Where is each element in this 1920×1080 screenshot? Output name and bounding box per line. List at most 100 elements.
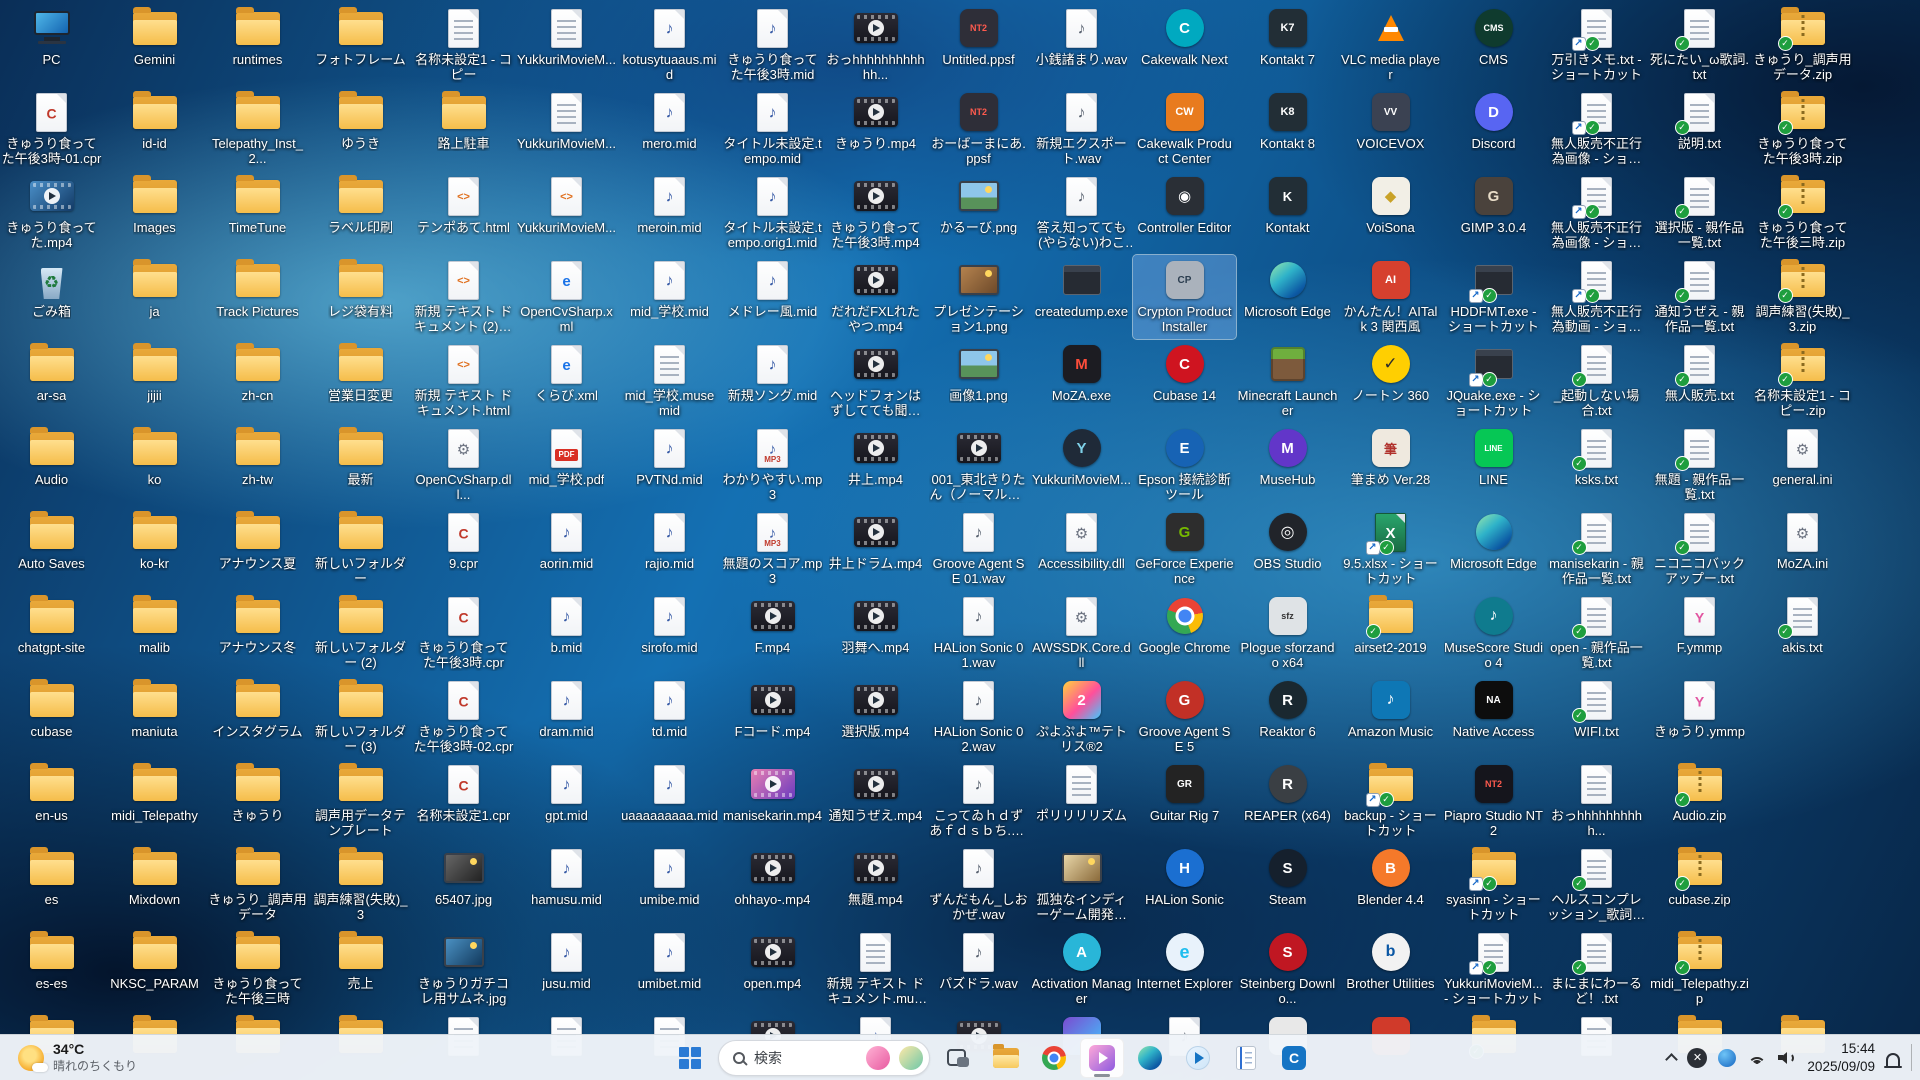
desktop-icon[interactable]: YukkuriMovieM... [515, 3, 618, 87]
volume-icon[interactable] [1778, 1051, 1796, 1065]
desktop-icon[interactable]: eInternet Explorer [1133, 927, 1236, 1011]
taskbar-app-notepad[interactable] [1224, 1038, 1268, 1078]
desktop-icon[interactable]: ◉Controller Editor [1133, 171, 1236, 255]
weather-widget[interactable]: 34°C 晴れのちくもり [8, 1035, 147, 1080]
tray-clock[interactable]: 15:44 2025/09/09 [1807, 1040, 1875, 1075]
desktop-icon[interactable]: アナウンス夏 [206, 507, 309, 591]
desktop-icon[interactable]: ✓きゅうり食ってた午後3時.zip [1751, 87, 1854, 171]
desktop-icon[interactable]: ↗✓syasinn - ショートカット [1442, 843, 1545, 927]
desktop-icon[interactable]: ラベル印刷 [309, 171, 412, 255]
desktop-icon[interactable]: ♪MuseScore Studio 4 [1442, 591, 1545, 675]
desktop-icon[interactable]: Microsoft Edge [1442, 507, 1545, 591]
desktop-icon[interactable]: LINELINE [1442, 423, 1545, 507]
desktop-icon[interactable]: ♪dram.mid [515, 675, 618, 759]
desktop-icon[interactable]: Microsoft Edge [1236, 255, 1339, 339]
desktop-icon[interactable]: ♪新規エクスポート.wav [1030, 87, 1133, 171]
desktop-icon[interactable]: ✓ノートン 360 [1339, 339, 1442, 423]
show-desktop-button[interactable] [1911, 1044, 1916, 1071]
desktop-icon[interactable]: runtimes [206, 3, 309, 87]
desktop-icon[interactable]: VVVOICEVOX [1339, 87, 1442, 171]
desktop-icon[interactable]: Cきゅうり食ってた午後3時-01.cpr [0, 87, 103, 171]
desktop-icon[interactable]: ✓akis.txt [1751, 591, 1854, 675]
desktop-icon[interactable]: F.mp4 [721, 591, 824, 675]
desktop-icon[interactable]: きゅうり食ってた午後3時.mp4 [824, 171, 927, 255]
desktop-icon[interactable]: 新規 テキスト ドキュメント.musicxml [824, 927, 927, 1011]
desktop-icon[interactable]: ヘッドフォンはずしてても聞かふ.mp4 [824, 339, 927, 423]
desktop-icon[interactable]: ↗✓JQuake.exe - ショートカット [1442, 339, 1545, 423]
desktop-icon[interactable]: es [0, 843, 103, 927]
desktop-icon[interactable]: ♪Groove Agent SE 01.wav [927, 507, 1030, 591]
desktop-icon[interactable]: ♪uaaaaaaaaa.mid [618, 759, 721, 843]
desktop-icon[interactable]: GGroove Agent SE 5 [1133, 675, 1236, 759]
desktop-icon[interactable]: NT2Untitled.ppsf [927, 3, 1030, 87]
desktop-icon[interactable]: きゅうり [206, 759, 309, 843]
desktop-icon[interactable]: 売上 [309, 927, 412, 1011]
desktop-icon[interactable]: ⚙AWSSDK.Core.dll [1030, 591, 1133, 675]
desktop-icon[interactable]: 名称未設定1 - コピー [412, 3, 515, 87]
desktop-icon[interactable]: きゅうりガチコレ用サムネ.jpg [412, 927, 515, 1011]
desktop-icon[interactable]: 新しいフォルダー [309, 507, 412, 591]
desktop-icon[interactable]: SSteinberg Downlo... [1236, 927, 1339, 1011]
desktop-icon[interactable]: ♪mero.mid [618, 87, 721, 171]
desktop-icon[interactable]: eOpenCvSharp.xml [515, 255, 618, 339]
desktop-icon[interactable]: ✓manisekarin - 親作品一覧.txt [1545, 507, 1648, 591]
desktop-icon[interactable]: ♪Amazon Music [1339, 675, 1442, 759]
desktop-icon[interactable]: ♪答え知ってても(やらない)わこれ.wav [1030, 171, 1133, 255]
desktop-icon[interactable]: RReaktor 6 [1236, 675, 1339, 759]
desktop-icon[interactable]: Gemini [103, 3, 206, 87]
desktop-icon[interactable]: 路上駐車 [412, 87, 515, 171]
search-input[interactable]: 検索 [718, 1040, 930, 1076]
desktop-icon[interactable]: bBrother Utilities [1339, 927, 1442, 1011]
desktop-icon[interactable]: CPCrypton Product Installer [1133, 255, 1236, 339]
desktop-icon[interactable]: 筆筆まめ Ver.28 [1339, 423, 1442, 507]
desktop-icon[interactable]: きゅうり.mp4 [824, 87, 927, 171]
desktop-icon[interactable]: ♪jusu.mid [515, 927, 618, 1011]
desktop-icon[interactable]: ♪メドレー風.mid [721, 255, 824, 339]
desktop-icon[interactable]: SSteam [1236, 843, 1339, 927]
desktop-icon[interactable]: AActivation Manager [1030, 927, 1133, 1011]
desktop-icon[interactable]: 65407.jpg [412, 843, 515, 927]
desktop-icon[interactable]: ♪ずんだもん_しおかぜ.wav [927, 843, 1030, 927]
desktop-icon[interactable]: ↗✓無人販売不正行為動画 - ショートカット [1545, 255, 1648, 339]
desktop-icon[interactable]: BBlender 4.4 [1339, 843, 1442, 927]
desktop-icon[interactable]: インスタグラム [206, 675, 309, 759]
desktop-icon[interactable]: NKSC_PARAM [103, 927, 206, 1011]
desktop-icon[interactable]: ✓無題 - 親作品一覧.txt [1648, 423, 1751, 507]
desktop-icon[interactable]: ♪きゅうり食ってた午後3時.mid [721, 3, 824, 87]
desktop-icon[interactable]: Yきゅうり.ymmp [1648, 675, 1751, 759]
desktop-icon[interactable]: フォトフレーム [309, 3, 412, 87]
desktop-icon[interactable]: RREAPER (x64) [1236, 759, 1339, 843]
desktop-icon[interactable]: zh-cn [206, 339, 309, 423]
desktop-icon[interactable]: きゅうり食ってた午後三時 [206, 927, 309, 1011]
desktop-icon[interactable]: ♪hamusu.mid [515, 843, 618, 927]
desktop-icon[interactable]: 001_東北きりたん（ノーマル）_今じゃ... [927, 423, 1030, 507]
desktop-icon[interactable]: ♪rajio.mid [618, 507, 721, 591]
search-highlight-character-icon-2[interactable] [899, 1046, 923, 1070]
tray-app-blue-icon[interactable] [1718, 1049, 1736, 1067]
taskbar-app-media-player[interactable] [1176, 1038, 1220, 1078]
desktop-icon[interactable]: ⚙Accessibility.dll [1030, 507, 1133, 591]
desktop-icon[interactable]: midi_Telepathy [103, 759, 206, 843]
desktop-icon[interactable]: K7Kontakt 7 [1236, 3, 1339, 87]
desktop-icon[interactable]: レジ袋有料 [309, 255, 412, 339]
desktop-icon[interactable]: ゆうき [309, 87, 412, 171]
taskbar-app-task-view[interactable] [936, 1038, 980, 1078]
desktop-icon[interactable]: CCakewalk Next [1133, 3, 1236, 87]
desktop-icon[interactable]: HHALion Sonic [1133, 843, 1236, 927]
desktop-icon[interactable]: ↗✓無人販売不正行為画像 - ショートカッ... [1545, 87, 1648, 171]
desktop-icon[interactable]: GGIMP 3.0.4 [1442, 171, 1545, 255]
desktop-icon[interactable]: ◆VoiSona [1339, 171, 1442, 255]
desktop-icon[interactable]: ♪MP3無題のスコア.mp3 [721, 507, 824, 591]
desktop-icon[interactable]: ✓_起動しない場合.txt [1545, 339, 1648, 423]
desktop-icon[interactable]: DDiscord [1442, 87, 1545, 171]
desktop-icon[interactable]: ✓調声練習(失敗)_3.zip [1751, 255, 1854, 339]
desktop-icon[interactable]: Minecraft Launcher [1236, 339, 1339, 423]
desktop-icon[interactable]: ✓説明.txt [1648, 87, 1751, 171]
desktop-icon[interactable]: ✓きゅうり_調声用データ.zip [1751, 3, 1854, 87]
desktop-icon[interactable]: ⚙OpenCvSharp.dll... [412, 423, 515, 507]
start-button[interactable] [668, 1038, 712, 1078]
desktop-icon[interactable]: ↗✓無人販売不正行為画像 - ショートカット [1545, 171, 1648, 255]
desktop-icon[interactable]: MMuseHub [1236, 423, 1339, 507]
desktop-icon[interactable]: ♪PVTNd.mid [618, 423, 721, 507]
notification-bell-icon[interactable] [1886, 1053, 1900, 1066]
